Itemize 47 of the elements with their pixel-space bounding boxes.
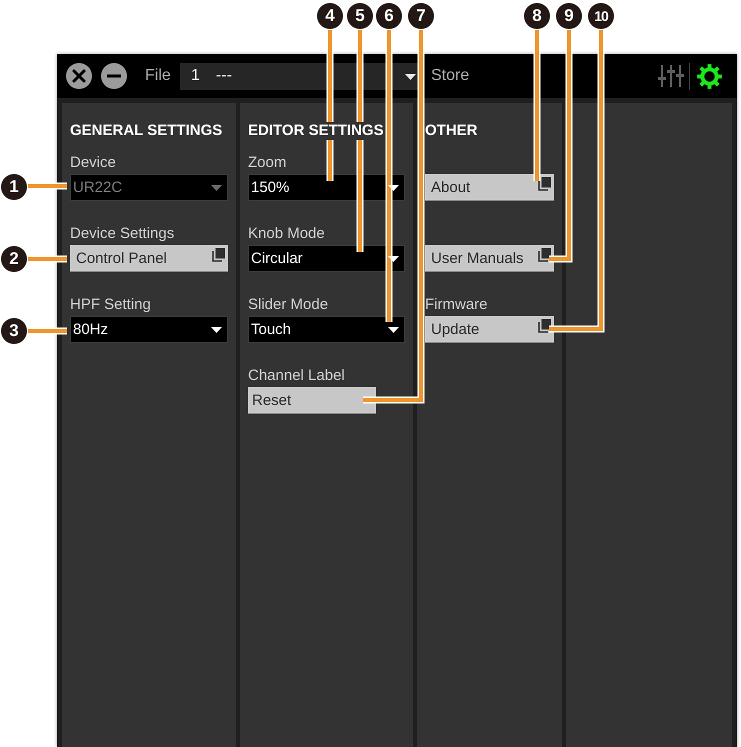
field-label: Firmware [425,297,488,313]
callout-badge: 1 [1,174,27,200]
leader-line [28,328,67,334]
callout-badge: 9 [556,3,582,29]
field-label: Slider Mode [248,297,330,313]
window-button[interactable]: User Manuals [425,245,554,272]
field-label: Zoom [248,155,288,171]
action-button[interactable]: Reset [248,387,376,414]
dropdown[interactable]: Touch [248,316,405,343]
dropdown[interactable]: 150% [248,174,405,201]
caret-icon [211,184,222,190]
caret-icon [211,326,222,332]
section-heading: EDITOR SETTINGS [248,122,384,140]
caret-icon [405,74,416,80]
copy-icon [212,248,225,262]
field-label: Device Settings [70,226,176,242]
leader-line [28,256,67,262]
window-button[interactable]: Update [425,316,554,343]
file-label: File [145,67,172,85]
leader-line [28,182,67,190]
gear-icon[interactable] [697,64,722,88]
copy-icon [538,248,551,262]
copy-icon [538,319,551,333]
callout-badge: 7 [408,3,434,29]
callout-badge: 6 [376,3,402,29]
field-label: HPF Setting [70,297,152,313]
caret-icon [388,256,399,262]
close-icon[interactable] [66,63,92,89]
dropdown[interactable]: 80Hz [70,316,228,343]
callout-badge: 10 [588,3,614,29]
dropdown[interactable]: Circular [248,245,405,272]
caret-icon [388,184,399,190]
store-button[interactable]: Store [431,67,470,85]
field-label: Device [70,155,117,171]
callout-badge: 5 [347,3,373,29]
callout-badge: 3 [1,318,27,344]
window-button[interactable]: Control Panel [70,245,228,272]
field-label: Knob Mode [248,226,326,242]
minimize-icon[interactable] [101,63,127,89]
callout-badge: 8 [524,3,550,29]
field-label: Channel Label [248,368,346,384]
callout-badge: 4 [317,3,343,29]
sliders-icon[interactable] [658,65,684,87]
copy-icon [538,177,551,191]
window-button[interactable]: About [425,174,554,201]
caret-icon [388,326,399,332]
callout-badge: 2 [1,246,27,272]
